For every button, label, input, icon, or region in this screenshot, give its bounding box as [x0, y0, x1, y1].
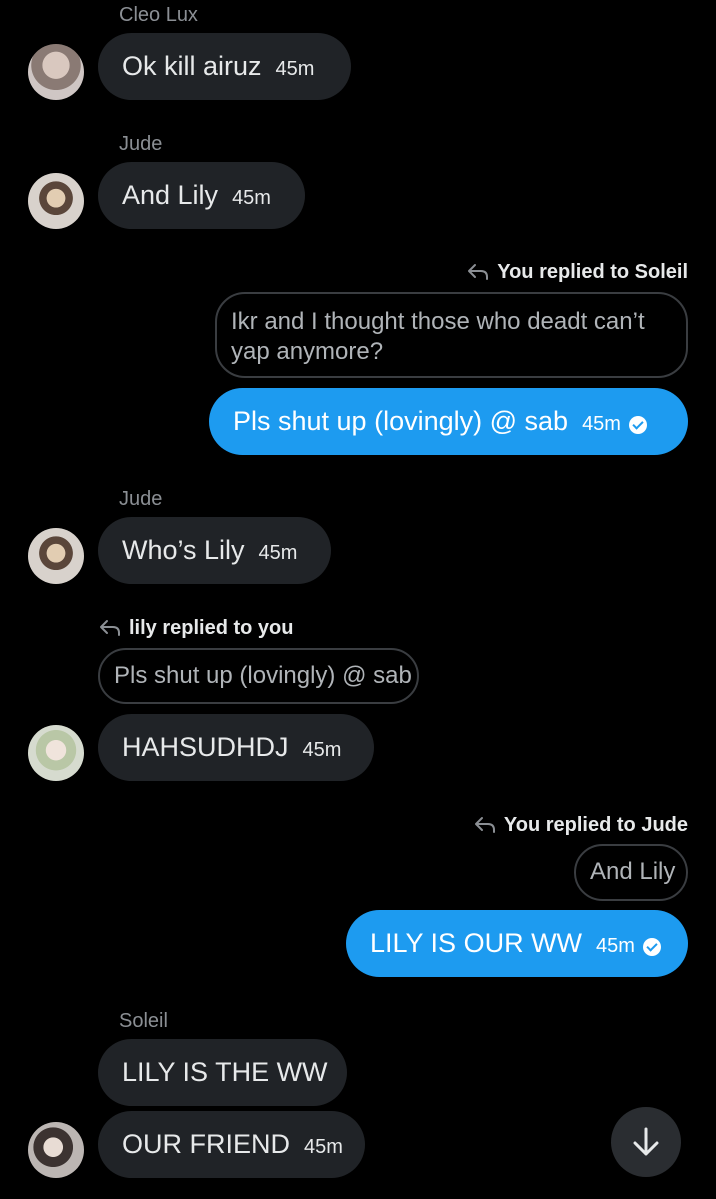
quoted-message[interactable]: Pls shut up (lovingly) @ sab	[98, 648, 419, 704]
avatar[interactable]	[28, 173, 84, 229]
message-text: LILY IS THE WW	[122, 1057, 328, 1087]
reply-arrow-icon	[100, 620, 120, 636]
sender-name: Cleo Lux	[119, 4, 198, 26]
message-text: Who’s Lily	[122, 535, 245, 565]
message-time: 45m	[258, 542, 298, 564]
quoted-message[interactable]: And Lily	[574, 844, 688, 901]
reply-label: You replied to Jude	[474, 813, 688, 837]
message-time: 45m	[596, 935, 635, 957]
message-bubble[interactable]: And Lily 45m	[98, 162, 305, 229]
message-bubble[interactable]: Ok kill airuz 45m	[98, 33, 351, 100]
avatar[interactable]	[28, 725, 84, 781]
avatar[interactable]	[28, 44, 84, 100]
message-text: LILY IS OUR WW	[370, 928, 583, 958]
sender-name: Jude	[119, 488, 163, 510]
reply-label: You replied to Soleil	[467, 260, 688, 284]
message-time: 45m	[275, 58, 315, 80]
reply-arrow-icon	[474, 817, 495, 833]
message-bubble[interactable]: LILY IS THE WW	[98, 1039, 347, 1106]
message-bubble[interactable]: HAHSUDHDJ 45m	[98, 714, 374, 781]
message-text: And Lily	[122, 180, 219, 210]
message-text: Pls shut up (lovingly) @ sab	[233, 406, 569, 436]
message-time: 45m	[582, 413, 621, 435]
message-text: Ok kill airuz	[122, 51, 262, 81]
message-time: 45m	[304, 1136, 343, 1158]
avatar[interactable]	[28, 528, 84, 584]
sender-name: Jude	[119, 133, 163, 155]
check-circle-icon	[628, 415, 647, 434]
arrow-down-icon	[633, 1127, 659, 1156]
message-bubble[interactable]: OUR FRIEND 45m	[98, 1111, 365, 1178]
message-text: HAHSUDHDJ	[122, 732, 289, 762]
message-bubble-outgoing[interactable]: Pls shut up (lovingly) @ sab 45m	[209, 388, 688, 455]
message-time: 45m	[232, 187, 271, 209]
message-time: 45m	[302, 739, 342, 761]
message-bubble-outgoing[interactable]: LILY IS OUR WW 45m	[346, 910, 688, 977]
avatar[interactable]	[28, 1122, 84, 1178]
sender-name: Soleil	[119, 1010, 168, 1032]
message-text: OUR FRIEND	[122, 1129, 290, 1159]
scroll-to-bottom-button[interactable]	[611, 1107, 681, 1177]
message-bubble[interactable]: Who’s Lily 45m	[98, 517, 331, 584]
check-circle-icon	[642, 937, 661, 956]
quoted-message[interactable]: Ikr and I thought those who deadt can’t …	[215, 292, 688, 378]
reply-arrow-icon	[468, 264, 489, 280]
reply-label: lily replied to you	[99, 616, 293, 640]
